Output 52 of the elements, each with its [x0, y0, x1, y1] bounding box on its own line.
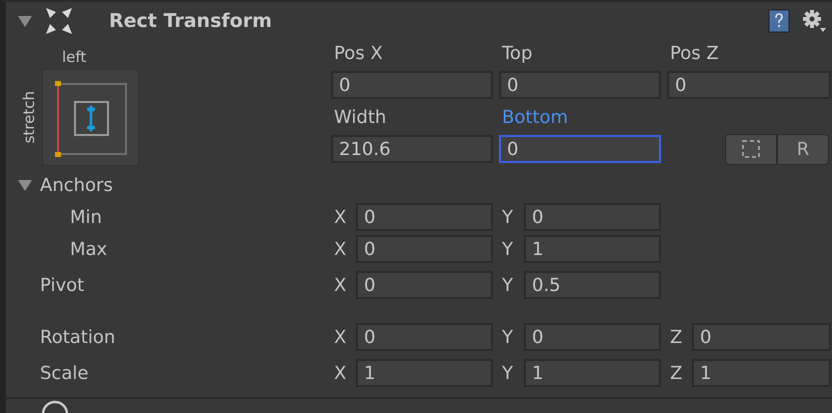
number-field[interactable]: 0 [692, 323, 831, 351]
gear-icon[interactable] [802, 9, 826, 33]
component-title: Rect Transform [109, 10, 272, 32]
number-field[interactable]: 0 [356, 271, 493, 299]
field-label: Top [501, 42, 534, 64]
row-label: Pivot [39, 274, 86, 296]
number-field[interactable]: 0 [356, 235, 493, 263]
raw-edit-button[interactable]: R [777, 134, 829, 164]
number-field[interactable]: 1 [524, 359, 661, 387]
anchor-horizontal-label: left [62, 48, 86, 66]
axis-label: X [333, 362, 348, 384]
number-field[interactable]: 0 [331, 71, 493, 99]
row-label: Rotation [39, 326, 116, 348]
field-label: Width [333, 106, 388, 128]
row-label: Min [69, 206, 103, 228]
foldout-triangle-icon[interactable] [17, 178, 33, 192]
axis-label: Y [501, 326, 514, 348]
row-label: Scale [39, 362, 90, 384]
number-field[interactable]: 1 [356, 359, 493, 387]
rect-transform-icon [43, 5, 75, 37]
number-field[interactable]: 0 [499, 135, 661, 163]
axis-label: Y [501, 362, 514, 384]
number-field[interactable]: 1 [692, 359, 831, 387]
axis-label: X [333, 326, 348, 348]
axis-label: Z [669, 362, 684, 384]
field-label: Pos X [333, 42, 384, 64]
number-field[interactable]: 0 [499, 71, 661, 99]
field-label: Bottom [501, 106, 570, 128]
axis-label: Y [501, 238, 514, 260]
anchor-preset-button[interactable] [42, 68, 139, 166]
number-field[interactable]: 210.6 [331, 135, 493, 163]
axis-label: Y [501, 274, 514, 296]
axis-label: Z [669, 326, 684, 348]
row-label: Max [69, 238, 108, 260]
axis-label: Y [501, 206, 514, 228]
number-field[interactable]: 0 [667, 71, 831, 99]
foldout-triangle-icon[interactable] [17, 14, 33, 28]
number-field[interactable]: 0 [524, 323, 661, 351]
dashed-rect-icon [741, 139, 761, 159]
number-field[interactable]: 0.5 [524, 271, 661, 299]
number-field[interactable]: 1 [524, 235, 661, 263]
field-label: Pos Z [669, 42, 720, 64]
help-icon[interactable] [768, 9, 790, 33]
section-label: Anchors [39, 174, 114, 196]
number-field[interactable]: 0 [356, 203, 493, 231]
blueprint-mode-button[interactable] [725, 134, 777, 164]
axis-label: X [333, 206, 348, 228]
number-field[interactable]: 0 [524, 203, 661, 231]
axis-label: X [333, 238, 348, 260]
anchor-vertical-label: stretch [20, 90, 38, 144]
axis-label: X [333, 274, 348, 296]
number-field[interactable]: 0 [356, 323, 493, 351]
